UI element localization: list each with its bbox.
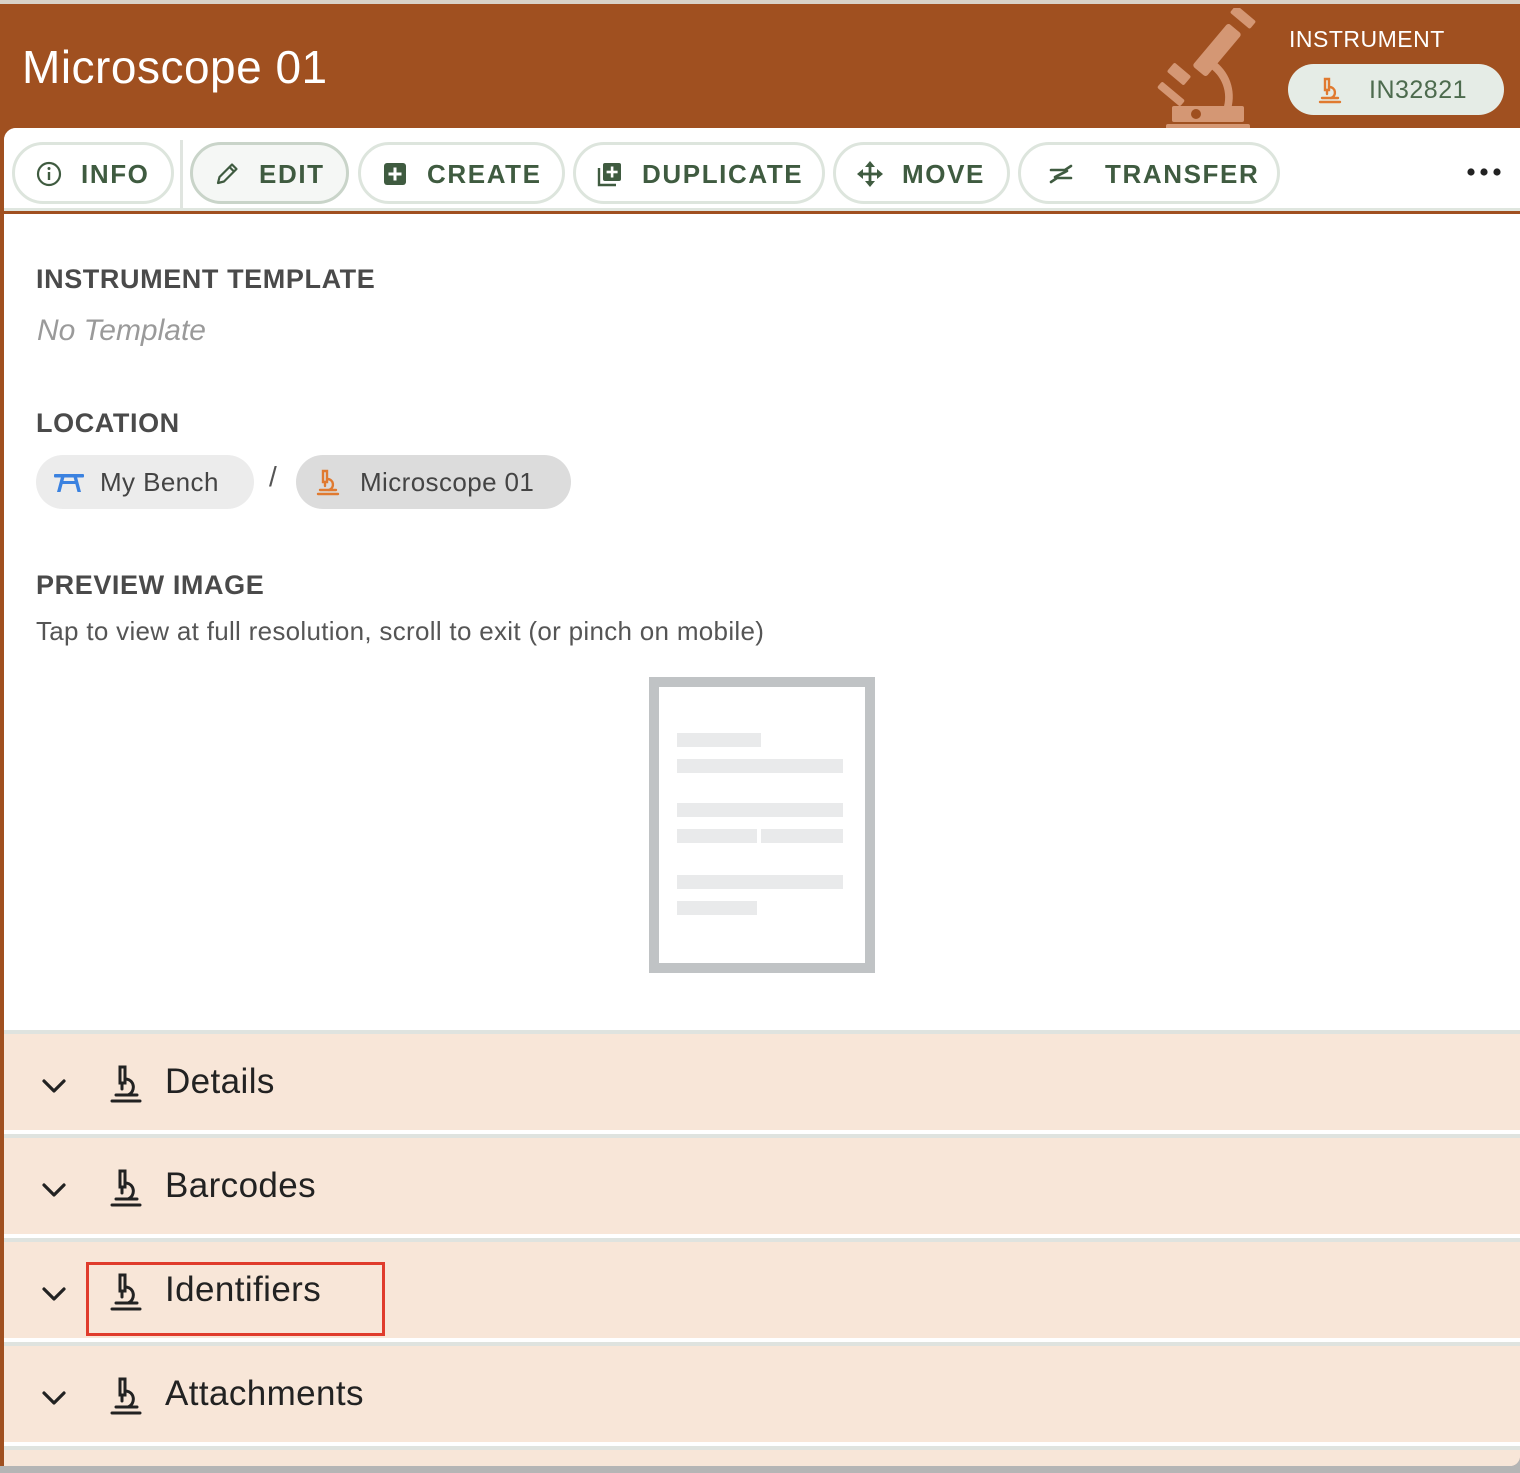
info-circle-icon	[36, 161, 62, 187]
transfer-button-label: TRANSFER	[1105, 159, 1260, 189]
move-button[interactable]: MOVE	[833, 142, 1010, 204]
transfer-button[interactable]: TRANSFER	[1018, 142, 1280, 204]
chevron-down-icon	[42, 1391, 66, 1405]
edit-button-label: EDIT	[259, 159, 325, 189]
accordion-item-identifiers[interactable]: Identifiers	[4, 1238, 1520, 1338]
record-header: Microscope 01 INSTRUMENT IN32821	[0, 4, 1520, 132]
record-panel: INFO EDIT CREATE DUPLICATE MOVE TRANSFER…	[4, 128, 1520, 1466]
microscope-icon	[110, 1169, 142, 1207]
location-chip-instrument-label: Microscope 01	[360, 467, 535, 497]
location-section-title: LOCATION	[36, 408, 180, 438]
template-section-title: INSTRUMENT TEMPLATE	[36, 264, 376, 294]
accordion-label-barcodes: Barcodes	[165, 1166, 317, 1205]
accordion-label-identifiers: Identifiers	[165, 1270, 322, 1309]
record-type-label: INSTRUMENT	[1289, 26, 1445, 52]
location-chip-bench-label: My Bench	[100, 467, 219, 497]
accordion-item-details[interactable]: Details	[4, 1030, 1520, 1130]
bench-icon	[54, 474, 84, 492]
accordion-label-details: Details	[165, 1062, 275, 1101]
global-id-badge[interactable]: IN32821	[1288, 64, 1504, 115]
pencil-icon	[216, 163, 238, 185]
duplicate-button-label: DUPLICATE	[642, 159, 804, 189]
move-button-label: MOVE	[902, 159, 985, 189]
location-chip-bench[interactable]: My Bench	[36, 455, 254, 509]
global-id-text: IN32821	[1369, 76, 1468, 104]
breadcrumb-separator: /	[269, 461, 277, 492]
template-value: No Template	[37, 314, 206, 347]
microscope-icon	[110, 1065, 142, 1103]
chevron-down-icon	[42, 1183, 66, 1197]
duplicate-button[interactable]: DUPLICATE	[573, 142, 825, 204]
preview-placeholder-image[interactable]	[649, 677, 875, 973]
plus-square-icon	[384, 163, 406, 185]
accordion-item-attachments[interactable]: Attachments	[4, 1342, 1520, 1442]
preview-hint: Tap to view at full resolution, scroll t…	[36, 616, 765, 646]
microscope-icon	[1318, 77, 1342, 104]
location-chip-instrument[interactable]: Microscope 01	[296, 455, 571, 509]
accordion-item-partial	[4, 1446, 1520, 1466]
toolbar-underline	[4, 208, 1520, 211]
duplicate-icon	[597, 163, 621, 187]
sections-accordion: Details Barcodes Identifiers Attachments	[4, 1030, 1520, 1466]
action-toolbar: INFO EDIT CREATE DUPLICATE MOVE TRANSFER	[4, 128, 1520, 214]
move-arrows-icon	[857, 161, 883, 187]
edit-button[interactable]: EDIT	[190, 142, 349, 204]
page-title: Microscope 01	[22, 41, 328, 93]
toolbar-divider	[180, 140, 183, 210]
info-button-label: INFO	[81, 159, 150, 189]
accordion-label-attachments: Attachments	[165, 1374, 364, 1413]
ellipsis-icon[interactable]	[1456, 152, 1506, 192]
create-button[interactable]: CREATE	[358, 142, 565, 204]
chevron-down-icon	[42, 1079, 66, 1093]
app-window: Microscope 01 INSTRUMENT IN32821 INFO ED…	[0, 0, 1520, 1466]
microscope-icon	[316, 469, 340, 496]
accordion-item-barcodes[interactable]: Barcodes	[4, 1134, 1520, 1234]
microscope-icon	[110, 1377, 142, 1415]
info-content: INSTRUMENT TEMPLATE No Template LOCATION…	[4, 214, 1520, 1030]
chevron-down-icon	[42, 1287, 66, 1301]
create-button-label: CREATE	[427, 159, 542, 189]
info-button[interactable]: INFO	[12, 142, 174, 204]
transfer-hands-icon	[1049, 164, 1073, 184]
microscope-icon	[110, 1273, 142, 1311]
microscope-icon	[1157, 8, 1256, 132]
preview-section-title: PREVIEW IMAGE	[36, 570, 265, 600]
